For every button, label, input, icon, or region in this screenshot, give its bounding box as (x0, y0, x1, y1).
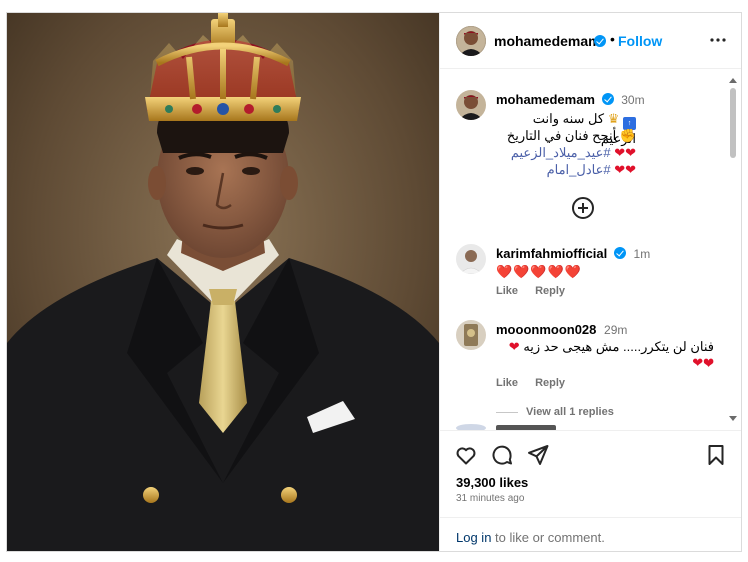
heart-emoji: ❤ (614, 162, 626, 177)
caption-username-row: mohamedemam 30m (496, 92, 645, 107)
scroll-up-arrow[interactable] (729, 78, 737, 83)
caption-avatar[interactable] (456, 90, 486, 120)
comment-time[interactable]: 29m (604, 323, 627, 337)
comment-reply-button[interactable]: Reply (535, 285, 565, 297)
login-bar: Log in to like or comment. (440, 517, 741, 551)
share-icon[interactable] (526, 443, 550, 467)
instagram-post-dialog: mohamedemam • Follow mohamedemam 30m ↑ ♛… (6, 12, 742, 552)
login-prompt-text: to like or comment. (491, 530, 605, 545)
comment-text: ❤️❤️❤️❤️❤️ (496, 264, 582, 279)
comment-like-button[interactable]: Like (496, 285, 518, 297)
comment-avatar[interactable] (456, 320, 486, 350)
view-replies-button[interactable]: View all 1 replies (496, 406, 614, 418)
heart-emoji: ❤ (625, 162, 636, 177)
comment-username-row: mooonmoon028 29m (496, 322, 627, 337)
more-icon[interactable] (706, 28, 730, 52)
comment-text-body: فنان لن يتكرر..... مش هيجى حد زيه (523, 339, 714, 354)
comment-time[interactable]: 1m (634, 247, 651, 261)
comment-text-hearts: ❤❤ (500, 354, 714, 371)
hashtag-link[interactable]: #عادل_امام (547, 162, 611, 177)
hashtag-link[interactable]: #عيد_ميلاد_الزعيم (511, 145, 611, 160)
verified-icon (601, 93, 614, 105)
post-image[interactable] (7, 13, 439, 551)
login-link[interactable]: Log in (456, 530, 491, 545)
caption-text-2: أنجح فنان في التاريخ (506, 128, 617, 143)
caption-line-4: ❤❤ #عادل_امام (496, 161, 636, 178)
heart-emoji: ❤ (625, 145, 636, 160)
comment-avatar[interactable] (456, 244, 486, 274)
comment-like-button[interactable]: Like (496, 377, 518, 389)
heart-emoji: ❤ (703, 355, 714, 370)
muscle-emoji-icon: ✊ (619, 128, 636, 143)
scroll-down-arrow[interactable] (729, 416, 737, 421)
heart-emoji: ❤ (508, 339, 520, 354)
bookmark-icon[interactable] (704, 443, 728, 467)
comment-username[interactable]: mooonmoon028 (496, 322, 596, 337)
comment-reply-button[interactable]: Reply (535, 377, 565, 389)
comment-username[interactable]: karimfahmiofficial (496, 246, 607, 261)
login-prompt: Log in to like or comment. (456, 530, 605, 545)
comment-actions: Like Reply (496, 285, 579, 297)
caption-time[interactable]: 30m (621, 93, 644, 107)
heart-emoji: ❤ (614, 145, 626, 160)
follow-button[interactable]: Follow (618, 33, 662, 49)
heart-icon[interactable] (454, 443, 478, 467)
author-username[interactable]: mohamedemam (494, 33, 601, 49)
crown-emoji-icon: ♛ (607, 111, 620, 126)
post-timestamp[interactable]: 31 minutes ago (456, 493, 524, 504)
post-side-panel: mohamedemam • Follow mohamedemam 30m ↑ ♛… (439, 13, 741, 551)
verified-icon (594, 35, 606, 47)
post-header: mohamedemam • Follow (440, 13, 741, 69)
comment-actions: Like Reply (496, 377, 579, 389)
verified-icon (613, 247, 626, 259)
author-avatar[interactable] (456, 26, 486, 56)
comment-icon[interactable] (490, 443, 514, 467)
post-image-artwork (7, 13, 439, 551)
scrollbar-thumb[interactable] (730, 88, 736, 158)
comment-username-row: karimfahmiofficial 1m (496, 246, 650, 261)
post-footer: 39,300 likes 31 minutes ago Log in to li… (440, 430, 741, 551)
caption-line-2: ✊ أنجح فنان في التاريخ (496, 127, 636, 144)
add-comment-icon[interactable] (572, 197, 594, 219)
header-separator: • (610, 31, 615, 47)
caption-line-3: ❤❤ #عيد_ميلاد_الزعيم (496, 144, 636, 161)
likes-count[interactable]: 39,300 likes (456, 475, 528, 490)
heart-emoji: ❤ (692, 355, 704, 370)
comments-list[interactable]: mohamedemam 30m ↑ ♛ كل سنه وانت الزعيم ✊… (440, 70, 741, 430)
caption-username[interactable]: mohamedemam (496, 92, 595, 107)
